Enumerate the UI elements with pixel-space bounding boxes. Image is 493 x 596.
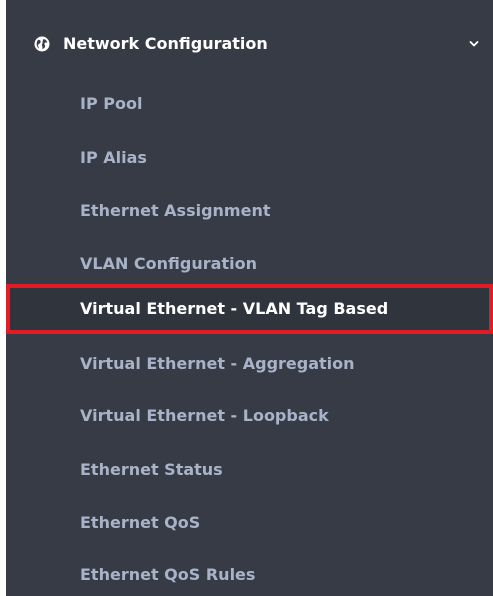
menu-item-ethernet-assignment[interactable]: Ethernet Assignment	[6, 191, 493, 231]
menu-item-virtual-ethernet-loopback[interactable]: Virtual Ethernet - Loopback	[6, 396, 493, 436]
menu-item-label: Ethernet QoS	[80, 513, 201, 532]
menu-item-label: Ethernet QoS Rules	[80, 565, 256, 584]
menu-item-label: Virtual Ethernet - VLAN Tag Based	[80, 299, 389, 318]
menu-item-ip-pool[interactable]: IP Pool	[6, 84, 493, 124]
menu-item-label: Virtual Ethernet - Loopback	[80, 406, 329, 425]
menu-item-ethernet-qos[interactable]: Ethernet QoS	[6, 503, 493, 543]
menu-item-label: VLAN Configuration	[80, 254, 257, 273]
network-configuration-header[interactable]: Network Configuration	[6, 22, 493, 66]
menu-item-ip-alias[interactable]: IP Alias	[6, 138, 493, 178]
menu-item-label: Ethernet Assignment	[80, 201, 271, 220]
menu-item-ethernet-qos-rules[interactable]: Ethernet QoS Rules	[6, 555, 493, 595]
chevron-down-icon[interactable]	[468, 38, 480, 50]
menu-item-label: Virtual Ethernet - Aggregation	[80, 354, 355, 373]
menu-item-label: IP Pool	[80, 94, 143, 113]
menu-item-vlan-configuration[interactable]: VLAN Configuration	[6, 244, 493, 284]
menu-item-ethernet-status[interactable]: Ethernet Status	[6, 450, 493, 490]
sidebar-nav: Network Configuration IP Pool IP Alias E…	[6, 0, 493, 596]
section-title: Network Configuration	[63, 34, 268, 53]
globe-icon	[34, 36, 50, 52]
menu-item-virtual-ethernet-aggregation[interactable]: Virtual Ethernet - Aggregation	[6, 344, 493, 384]
menu-item-label: Ethernet Status	[80, 460, 223, 479]
menu-item-label: IP Alias	[80, 148, 147, 167]
menu-item-virtual-ethernet-vlan-tag-based[interactable]: Virtual Ethernet - VLAN Tag Based	[6, 284, 493, 334]
